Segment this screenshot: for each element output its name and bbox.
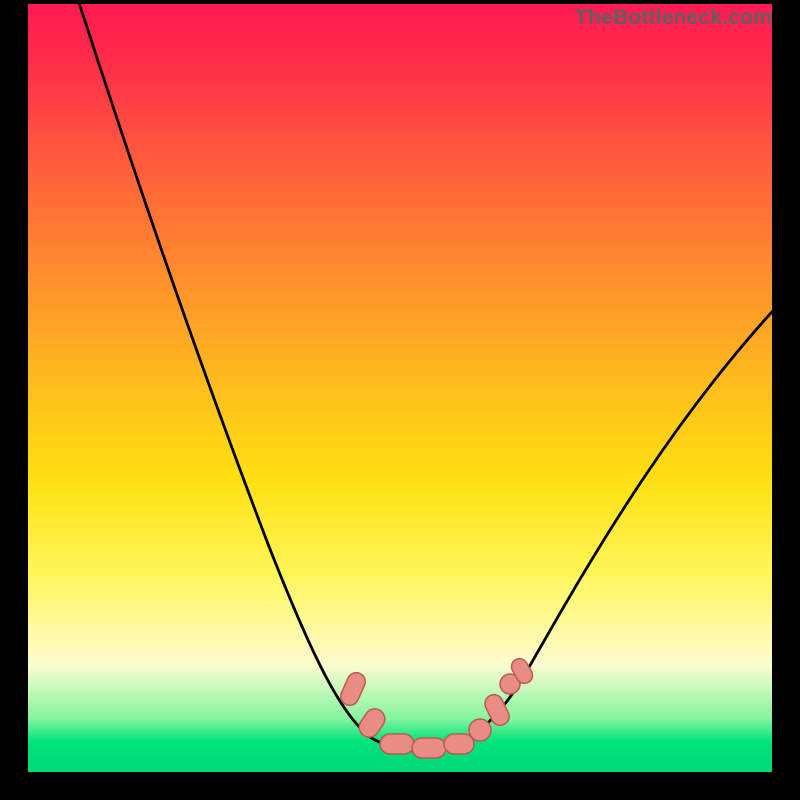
curve-layer (28, 4, 772, 772)
plot-area (28, 4, 772, 772)
attribution-watermark: TheBottleneck.com (575, 6, 772, 30)
chart-frame: TheBottleneck.com (0, 0, 800, 800)
bottleneck-curve (73, 4, 772, 750)
valley-markers (338, 656, 536, 758)
